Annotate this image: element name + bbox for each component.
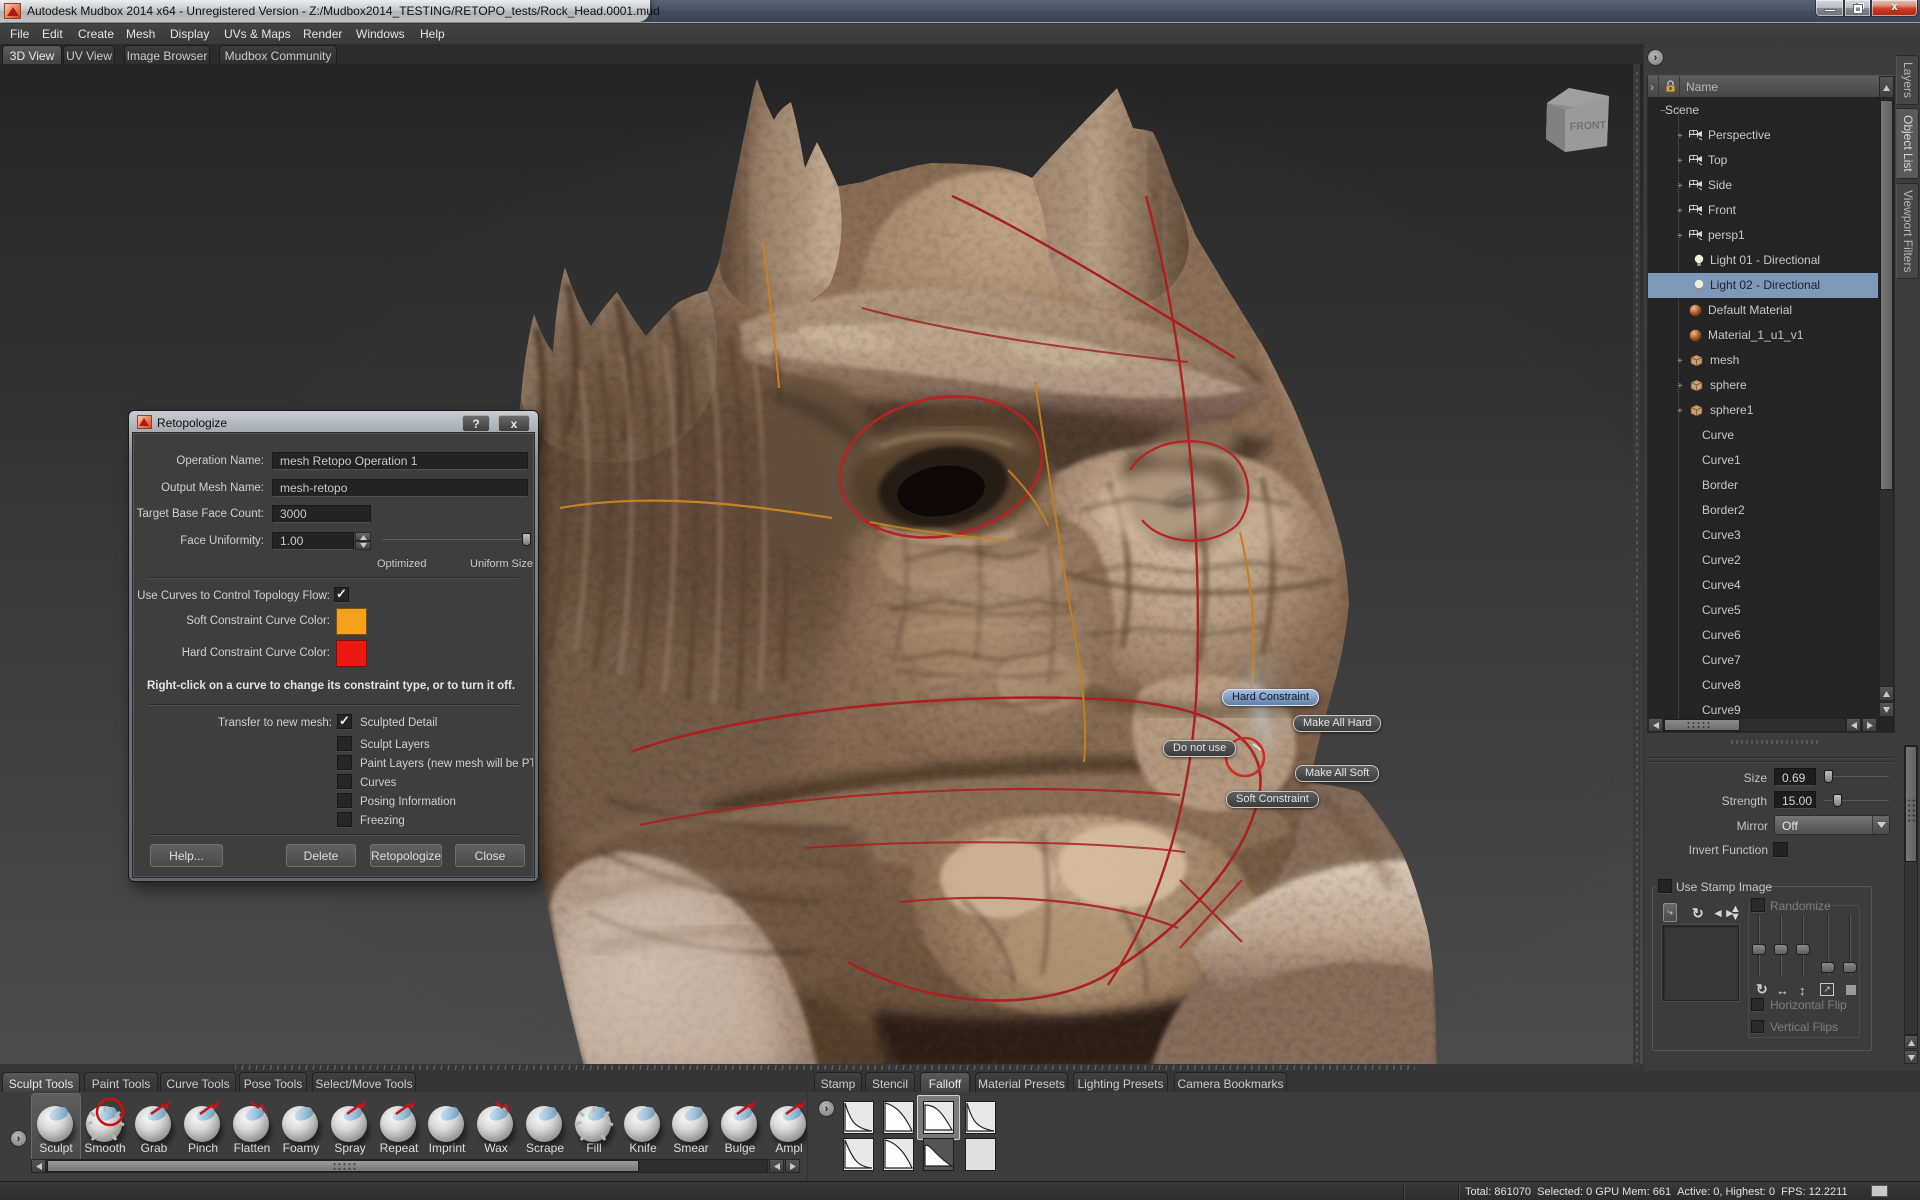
svg-text:FRONT: FRONT (1570, 119, 1607, 133)
